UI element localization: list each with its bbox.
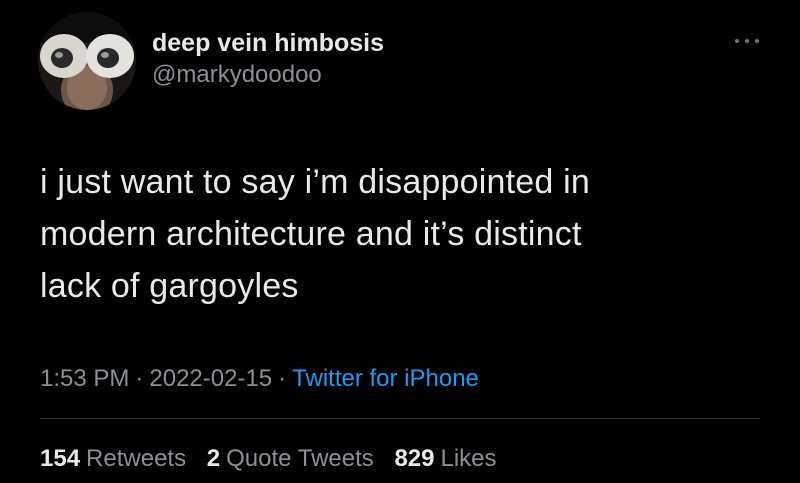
tweet-meta: 1:53 PM · 2022-02-15 · Twitter for iPhone [40, 364, 479, 394]
user-names: deep vein himbosis @markydoodoo [152, 28, 384, 90]
tweet-time[interactable]: 1:53 PM [40, 365, 129, 392]
divider [40, 418, 760, 419]
tweet-date[interactable]: 2022-02-15 [149, 365, 272, 392]
likes-label: Likes [440, 445, 497, 472]
tweet-card: deep vein himbosis @markydoodoo i just w… [0, 0, 800, 483]
tweet-source-link[interactable]: Twitter for iPhone [292, 365, 479, 392]
tweet-stats: 154 Retweets 2 Quote Tweets 829 Likes [40, 444, 511, 474]
quote-tweets-stat[interactable]: 2 Quote Tweets [207, 445, 374, 472]
separator: · [278, 365, 287, 392]
retweets-stat[interactable]: 154 Retweets [40, 445, 186, 472]
more-options-icon[interactable] [734, 36, 760, 46]
user-handle[interactable]: @markydoodoo [152, 60, 384, 90]
retweets-count: 154 [40, 445, 81, 472]
likes-stat[interactable]: 829 Likes [394, 445, 496, 472]
retweets-label: Retweets [86, 445, 187, 472]
separator: · [135, 365, 144, 392]
avatar[interactable] [38, 12, 136, 110]
quote-tweets-count: 2 [206, 445, 221, 472]
display-name[interactable]: deep vein himbosis [152, 28, 384, 58]
likes-count: 829 [394, 445, 435, 472]
tweet-text: i just want to say i’m disappointed in m… [40, 163, 590, 305]
avatar-image [38, 12, 136, 110]
quote-tweets-label: Quote Tweets [226, 445, 374, 472]
